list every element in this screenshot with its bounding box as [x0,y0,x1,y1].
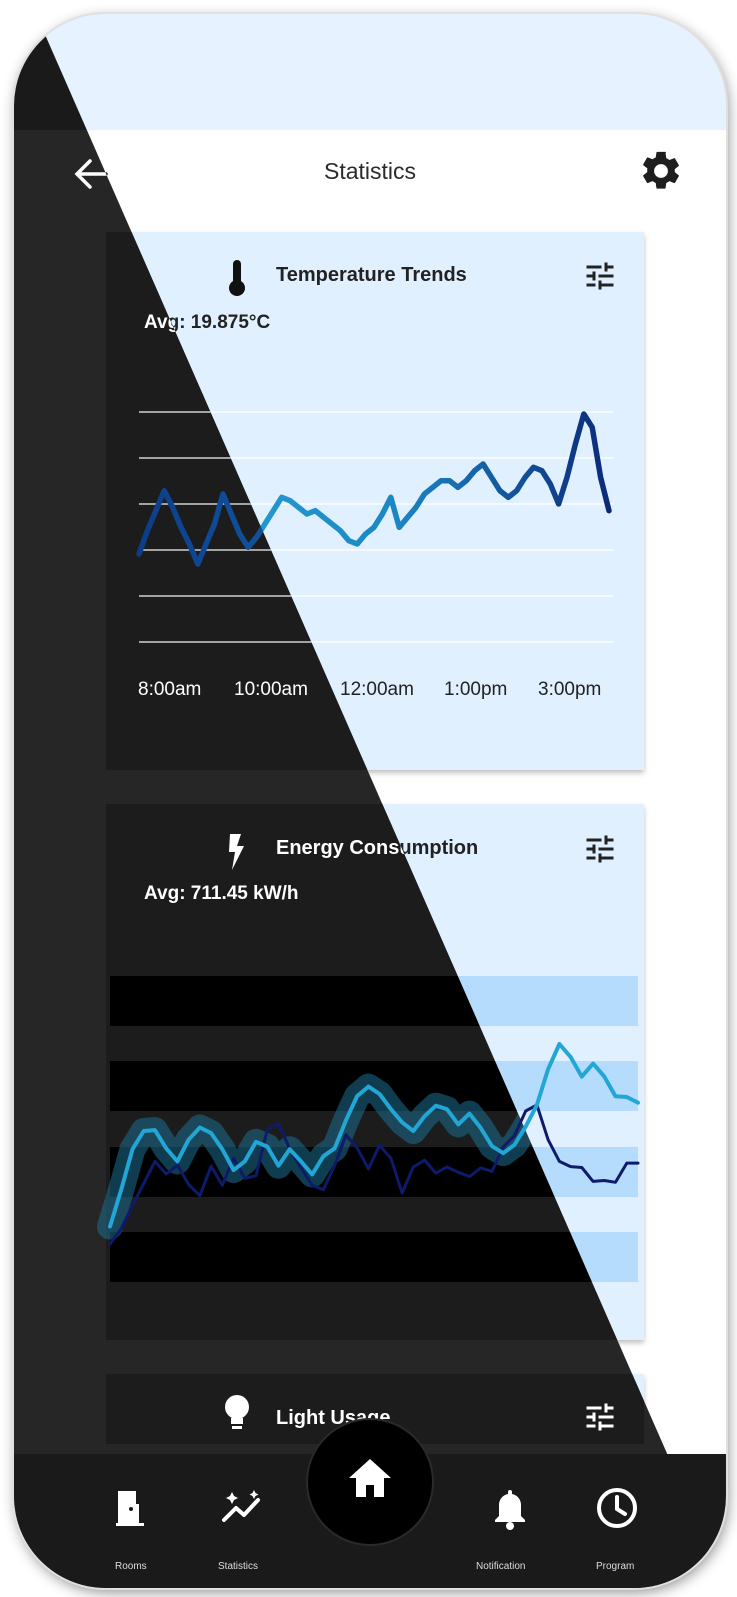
phone-frame: Statistics Temperature Trends Avg: 19.87… [14,14,726,1588]
sparkle-trend-icon[interactable] [220,1488,264,1528]
nav-label-program[interactable]: Program [596,1561,634,1572]
chart-band [110,1232,638,1282]
home-icon[interactable] [346,1456,394,1500]
nav-label-notification[interactable]: Notification [476,1561,525,1572]
nav-label-statistics[interactable]: Statistics [218,1561,258,1572]
clock-icon[interactable] [595,1486,639,1530]
nav-label-rooms[interactable]: Rooms [115,1561,147,1572]
door-icon[interactable] [114,1488,146,1528]
bell-icon[interactable] [492,1488,528,1530]
lightbulb-icon [225,1395,249,1429]
tune-icon[interactable] [582,1399,618,1435]
